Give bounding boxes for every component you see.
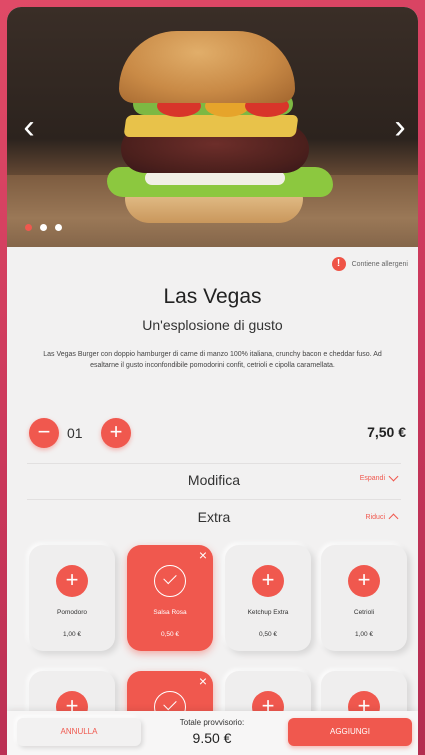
extra-card-pomodoro[interactable]: + Pomodoro 1,00 € xyxy=(29,545,115,651)
extra-price: 1,00 € xyxy=(62,631,82,638)
carousel-dot[interactable] xyxy=(55,224,62,231)
footer-bar: ANNULLA Totale provvisorio: 9.50 € AGGIU… xyxy=(7,711,418,755)
extra-price: 0,50 € xyxy=(258,631,278,638)
extra-price: 0,50 € xyxy=(160,631,180,638)
plus-icon[interactable]: + xyxy=(252,565,284,597)
total-label: Totale provvisorio: xyxy=(179,718,245,727)
decrease-quantity-button[interactable]: − xyxy=(29,418,59,448)
alert-icon: ! xyxy=(331,257,346,271)
collapse-extra-toggle[interactable]: Riduci xyxy=(365,512,399,524)
product-image-carousel[interactable]: ‹ › xyxy=(7,7,418,247)
carousel-dot[interactable] xyxy=(25,224,32,231)
allergens-label: Contiene allergeni xyxy=(351,260,408,268)
extra-name: Salsa Rosa xyxy=(153,609,187,616)
increase-quantity-button[interactable]: + xyxy=(101,418,131,448)
product-title: Las Vegas xyxy=(163,285,262,308)
product-subtitle: Un'esplosione di gusto xyxy=(142,317,283,333)
cancel-button[interactable]: ANNULLA xyxy=(17,718,141,746)
product-description: Las Vegas Burger con doppio hamburger di… xyxy=(43,351,382,369)
modifica-section[interactable]: Modifica Espandi xyxy=(27,466,401,494)
expand-label: Espandi xyxy=(359,475,385,482)
plus-icon[interactable]: + xyxy=(348,565,380,597)
extra-card-cetrioli[interactable]: + Cetrioli 1,00 € xyxy=(321,545,407,651)
close-icon[interactable]: × xyxy=(199,674,207,688)
chevron-right-icon[interactable]: › xyxy=(388,110,412,146)
extra-section[interactable]: Extra Riduci xyxy=(27,503,401,531)
modifica-label: Modifica xyxy=(187,472,241,488)
burger-image-onion xyxy=(145,171,285,185)
carousel-dots xyxy=(25,224,62,231)
burger-image-cheese xyxy=(123,115,299,137)
product-price: 7,50 € xyxy=(367,424,406,440)
expand-modifica-toggle[interactable]: Espandi xyxy=(359,471,399,482)
extra-card-ketchup-extra[interactable]: + Ketchup Extra 0,50 € xyxy=(225,545,311,651)
plus-icon[interactable]: + xyxy=(56,565,88,597)
add-button[interactable]: AGGIUNGI xyxy=(288,718,412,746)
extra-name: Cetrioli xyxy=(353,609,375,616)
product-detail-screen: ‹ › ! Contiene allergeni Las Vegas Un'es… xyxy=(7,7,418,755)
collapse-label: Riduci xyxy=(365,513,385,521)
check-icon[interactable] xyxy=(154,565,186,597)
quantity-value: 01 xyxy=(67,425,83,441)
extra-label: Extra xyxy=(197,509,231,525)
extra-name: Pomodoro xyxy=(57,609,87,616)
divider xyxy=(27,463,401,464)
total-value: 9.50 € xyxy=(192,730,232,746)
extra-card-salsa-rosa[interactable]: × Salsa Rosa 0,50 € xyxy=(127,545,213,651)
burger-image-bun-top xyxy=(119,31,295,103)
chevron-up-icon xyxy=(388,513,399,524)
allergens-link[interactable]: ! Contiene allergeni xyxy=(331,257,408,271)
close-icon[interactable]: × xyxy=(199,548,207,562)
extra-price: 1,00 € xyxy=(354,631,374,638)
carousel-dot[interactable] xyxy=(40,224,47,231)
chevron-left-icon[interactable]: ‹ xyxy=(17,110,41,146)
divider xyxy=(27,499,401,500)
extra-name: Ketchup Extra xyxy=(247,609,289,616)
